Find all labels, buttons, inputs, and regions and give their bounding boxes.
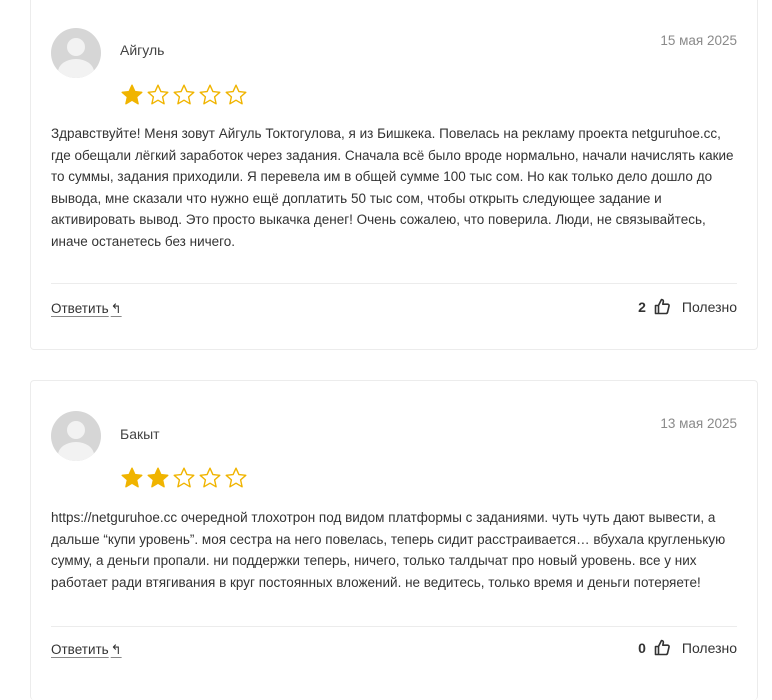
divider (51, 283, 737, 284)
review-author: Бакыт (120, 426, 160, 442)
review-text: Здравствуйте! Меня зовут Айгуль Токтогул… (51, 126, 734, 249)
helpful-count: 2 (638, 298, 646, 315)
avatar (51, 411, 101, 461)
star-empty-icon (172, 83, 196, 107)
star-filled-icon (120, 83, 144, 107)
star-rating (120, 466, 248, 490)
reply-arrow-icon: ↰ (110, 642, 122, 657)
review-date: 13 мая 2025 (660, 416, 737, 431)
reply-link[interactable]: Ответить ↰ (51, 301, 122, 317)
star-filled-icon (146, 466, 170, 490)
helpful-button[interactable]: 2 Полезно (638, 298, 737, 315)
helpful-button[interactable]: 0 Полезно (638, 639, 737, 656)
helpful-count: 0 (638, 639, 646, 656)
star-empty-icon (224, 466, 248, 490)
helpful-label: Полезно (681, 298, 737, 315)
review-date: 15 мая 2025 (660, 33, 737, 48)
review-author: Айгуль (120, 42, 165, 58)
review-card: Айгуль 15 мая 2025 Здравствуйте! Меня зо… (30, 0, 758, 350)
star-empty-icon (146, 83, 170, 107)
star-empty-icon (172, 466, 196, 490)
review-card: Бакыт 13 мая 2025 https://netguruhoe.cc … (30, 380, 758, 700)
reply-link[interactable]: Ответить ↰ (51, 642, 122, 658)
review-text: https://netguruhoe.cc очередной тлохотро… (51, 510, 726, 590)
star-filled-icon (120, 466, 144, 490)
thumbs-up-icon (654, 639, 670, 656)
star-empty-icon (198, 83, 222, 107)
divider (51, 626, 737, 627)
avatar (51, 28, 101, 78)
star-empty-icon (224, 83, 248, 107)
helpful-label: Полезно (681, 639, 737, 656)
thumbs-up-icon (654, 298, 670, 315)
reply-arrow-icon: ↰ (110, 301, 122, 316)
star-rating (120, 83, 248, 107)
star-empty-icon (198, 466, 222, 490)
